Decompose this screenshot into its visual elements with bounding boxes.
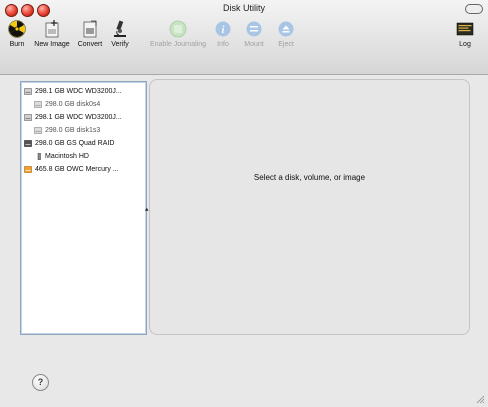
hard-disk-icon bbox=[24, 114, 32, 121]
disk-item-label: 465.8 GB OWC Mercury ... bbox=[35, 166, 119, 173]
resize-grip-icon[interactable] bbox=[475, 394, 485, 404]
eject-label: Eject bbox=[278, 41, 294, 48]
disk-item-label: 298.1 GB WDC WD3200J... bbox=[35, 114, 122, 121]
hard-disk-icon bbox=[24, 88, 32, 95]
mount-button[interactable]: Mount bbox=[242, 20, 266, 48]
convert-label: Convert bbox=[77, 41, 103, 48]
eject-icon bbox=[278, 21, 294, 37]
log-icon bbox=[456, 22, 474, 36]
info-icon: i bbox=[215, 21, 231, 37]
disk-list-items: 298.1 GB WDC WD3200J... 298.0 GB disk0s4… bbox=[21, 82, 146, 176]
svg-text:i: i bbox=[222, 25, 225, 36]
toolbar-toggle-button[interactable] bbox=[465, 4, 483, 14]
mount-label: Mount bbox=[244, 41, 264, 48]
verify-label: Verify bbox=[111, 41, 129, 48]
enable-journaling-button[interactable]: Enable Journaling bbox=[146, 20, 210, 48]
raid-disk-icon bbox=[24, 140, 32, 147]
info-label: Info bbox=[217, 41, 229, 48]
enable-journaling-icon bbox=[169, 20, 187, 38]
mount-icon bbox=[246, 21, 262, 37]
detail-pane: Select a disk, volume, or image bbox=[149, 79, 470, 335]
volume-item[interactable]: 298.0 GB disk1s3 bbox=[21, 124, 146, 137]
title-bar: Disk Utility Burn New Image Convert Veri… bbox=[0, 0, 488, 75]
enable-journaling-label: Enable Journaling bbox=[149, 41, 207, 48]
new-image-icon bbox=[45, 20, 59, 38]
burn-button[interactable]: Burn bbox=[6, 20, 28, 48]
new-image-button[interactable]: New Image bbox=[32, 20, 72, 48]
info-button[interactable]: i Info bbox=[214, 20, 232, 48]
disk-item[interactable]: 465.8 GB OWC Mercury ... bbox=[21, 163, 146, 176]
burn-icon bbox=[8, 20, 26, 38]
volume-icon bbox=[34, 127, 42, 134]
log-button[interactable]: Log bbox=[454, 20, 476, 48]
burn-label: Burn bbox=[9, 41, 25, 48]
volume-item-label: 298.0 GB disk1s3 bbox=[45, 127, 101, 134]
verify-icon bbox=[114, 20, 126, 37]
window-title: Disk Utility bbox=[223, 3, 265, 13]
disk-item[interactable]: 298.1 GB WDC WD3200J... bbox=[21, 111, 146, 124]
disk-list[interactable]: 298.1 GB WDC WD3200J... 298.0 GB disk0s4… bbox=[20, 81, 147, 335]
volume-item[interactable]: Macintosh HD bbox=[21, 150, 146, 163]
volume-item-label: Macintosh HD bbox=[45, 153, 89, 160]
empty-selection-message: Select a disk, volume, or image bbox=[253, 173, 366, 182]
help-button[interactable]: ? bbox=[32, 374, 49, 391]
volume-item-label: 298.0 GB disk0s4 bbox=[45, 101, 101, 108]
disk-item-label: 298.1 GB WDC WD3200J... bbox=[35, 88, 122, 95]
disk-item[interactable]: 298.1 GB WDC WD3200J... bbox=[21, 85, 146, 98]
volume-item[interactable]: 298.0 GB disk0s4 bbox=[21, 98, 146, 111]
log-label: Log bbox=[459, 41, 471, 48]
convert-icon bbox=[83, 20, 97, 38]
disk-item[interactable]: 298.0 GB GS Quad RAID bbox=[21, 137, 146, 150]
external-disk-icon bbox=[24, 166, 32, 173]
convert-button[interactable]: Convert bbox=[75, 20, 105, 48]
volume-icon bbox=[34, 101, 42, 108]
new-image-label: New Image bbox=[34, 41, 70, 48]
disk-utility-window: Disk Utility Burn New Image Convert Veri… bbox=[0, 0, 488, 407]
macintosh-hd-icon bbox=[37, 153, 41, 160]
eject-button[interactable]: Eject bbox=[276, 20, 296, 48]
verify-button[interactable]: Verify bbox=[107, 20, 133, 48]
disk-item-label: 298.0 GB GS Quad RAID bbox=[35, 140, 115, 147]
